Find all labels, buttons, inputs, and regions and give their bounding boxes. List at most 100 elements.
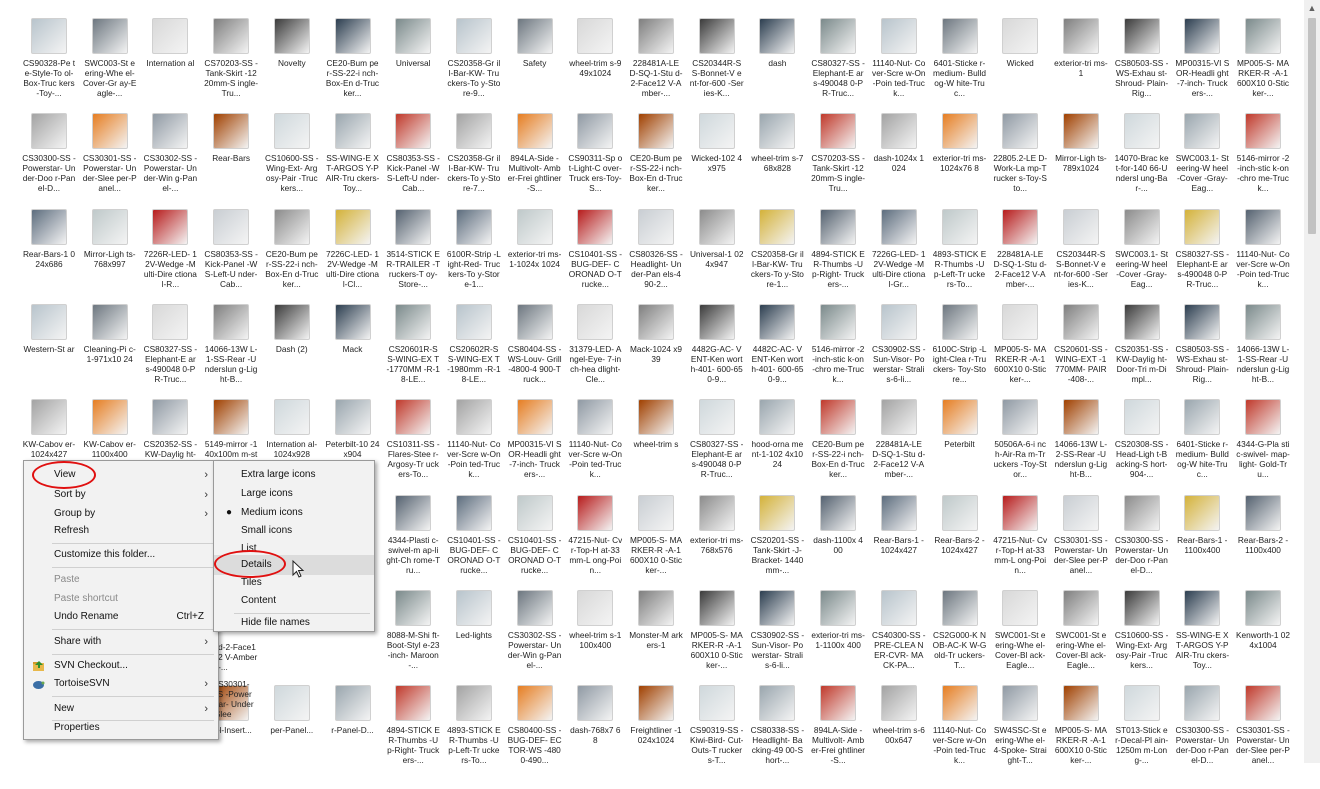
file-icon-tile[interactable]: SWC001-St eering-Whe el-Cover-Bl ack-Eag… xyxy=(993,589,1047,694)
file-icon-tile[interactable]: SWC003-St eering-Whe el-Cover-Gr ay-Eagl… xyxy=(83,18,137,122)
file-icon-tile[interactable]: 4893-STICK ER-Thumbs -Up-Left-Tr uckers-… xyxy=(447,685,501,789)
file-icon-tile[interactable]: 6100R-Strip -Light-Red- Truckers-To y-St… xyxy=(447,208,501,313)
file-icon-tile[interactable]: Safety xyxy=(508,18,562,122)
file-icon-tile[interactable]: CE20-Bum per-SS-22-i nch-Box-En d-Trucke… xyxy=(629,113,683,217)
file-icon-tile[interactable]: CS20201-SS -Tank-Skirt -J-Bracket- 1440m… xyxy=(750,494,804,599)
file-icon-tile[interactable]: Novelty xyxy=(265,18,319,122)
file-icon-tile[interactable]: CS20358-Gr ill-Bar-KW- Truckers-To y-Sto… xyxy=(750,208,804,313)
file-icon-tile[interactable]: Rear-Bars-2 -1100x400 xyxy=(1236,494,1290,599)
file-icon-tile[interactable]: 3514-STICK ER-TRAILER -Truckers-T oy-Sto… xyxy=(386,208,440,313)
file-icon-tile[interactable]: 894LA-Side -Multivolt- Amber-Frei ghtlin… xyxy=(508,113,562,217)
file-icon-tile[interactable]: 8088-M-Shi ft-Boot-Styl e-23-inch- Maroo… xyxy=(386,589,440,694)
file-icon-tile[interactable]: CS80327-SS -Elephant-E ars-490048 0-PR-T… xyxy=(690,399,744,503)
view-option-hide-file-names[interactable]: Hide file names xyxy=(214,613,374,633)
file-icon-tile[interactable]: Universal-1 024x947 xyxy=(690,208,744,313)
file-icon-tile[interactable]: 4482G-AC- VENT-Ken worth-401- 600-650-9.… xyxy=(690,303,744,408)
file-icon-tile[interactable]: Western-St ar xyxy=(22,303,76,408)
file-icon-tile[interactable]: 47215-Nut- Cvr-Top-H at-33mm-L ong-Poin.… xyxy=(993,494,1047,599)
file-icon-tile[interactable]: exterior-tri ms-768x576 xyxy=(690,494,744,599)
file-icon-tile[interactable]: 11140-Nut- Cover-Scre w-On-Poin ted-Truc… xyxy=(872,18,926,122)
file-icon-tile[interactable]: CS20602R-S S-WING-EX T-1980mm -R-18-LE..… xyxy=(447,303,501,408)
file-icon-tile[interactable]: MP005-S- MARKER-R -A-1600X10 0-Sticker-.… xyxy=(629,494,683,599)
file-icon-tile[interactable]: CS20601-SS -WING-EXT -1770MM- PAIR-408-.… xyxy=(1054,303,1108,408)
file-icon-tile[interactable]: CS80338-SS -Headlight- Backing-49 00-Sho… xyxy=(750,685,804,789)
file-icon-tile[interactable]: ST013-Stick er-Decal-Pl ain-1250m m-Long… xyxy=(1115,685,1169,789)
file-icon-tile[interactable]: CS2G000-K NOB-AC-K W-Gold-Tr uckers-T... xyxy=(933,589,987,694)
file-icon-tile[interactable]: CS10311-SS -Flares-Stee r-Argosy-Tr ucke… xyxy=(386,399,440,503)
file-icon-tile[interactable]: 22805.2-LE D-Work-La mp-Trucker s-Toy-St… xyxy=(993,113,1047,217)
file-icon-tile[interactable]: SS-WING-E XT-ARGOS Y-PAIR-Tru ckers-Toy.… xyxy=(1175,589,1229,694)
file-icon-tile[interactable]: CS20351-SS -KW-Daylig ht-Door-Tri m-Dimp… xyxy=(1115,303,1169,408)
file-icon-tile[interactable]: Rear-Bars-1 -1024x427 xyxy=(872,494,926,599)
file-icon-tile[interactable]: SWC003.1- Steering-W heel-Cover -Gray-Ea… xyxy=(1115,208,1169,313)
file-icon-tile[interactable]: 47215-Nut- Cvr-Top-H at-33mm-L ong-Poin.… xyxy=(568,494,622,599)
file-icon-tile[interactable]: CS30301-SS -Powerstar- Under-Slee per-Pa… xyxy=(1054,494,1108,599)
file-icon-tile[interactable]: MP005-S- MARKER-R -A-1600X10 0-Sticker-.… xyxy=(993,303,1047,408)
file-icon-tile[interactable]: CS20344R-S S-Bonnet-V ent-for-600 -Serie… xyxy=(1054,208,1108,313)
file-icon-tile[interactable]: 4894-STICK ER-Thumbs -Up-Right- Truckers… xyxy=(386,685,440,789)
file-icon-tile[interactable]: CS30300-SS -Powerstar- Under-Doo r-Panel… xyxy=(1175,685,1229,789)
file-icon-tile[interactable]: CS80327-SS -Elephant-E ars-490048 0-PR-T… xyxy=(1175,208,1229,313)
file-icon-tile[interactable]: CS30300-SS -Powerstar- Under-Doo r-Panel… xyxy=(1115,494,1169,599)
menu-item-svn-checkout[interactable]: SVN Checkout... xyxy=(24,656,218,676)
file-icon-tile[interactable]: CS30301-SS -Powerstar- Under-Slee per-Pa… xyxy=(1236,685,1290,789)
file-icon-tile[interactable]: 4344-G-Pla stic-swivel- map-light- Gold-… xyxy=(1236,399,1290,503)
file-icon-tile[interactable]: CS80353-SS -Kick-Panel -WS-Left-U nder-C… xyxy=(204,208,258,313)
file-icon-tile[interactable]: wheel-trim s-1100x400 xyxy=(568,589,622,694)
scrollbar-thumb[interactable] xyxy=(1308,18,1316,234)
menu-item-properties[interactable]: Properties xyxy=(24,718,218,738)
file-icon-tile[interactable]: dash-1024x 1024 xyxy=(872,113,926,217)
file-icon-tile[interactable]: 7226C-LED- 12V-Wedge -Multi-Dire ctional… xyxy=(326,208,380,313)
file-icon-tile[interactable]: Kenworth-1 024x1004 xyxy=(1236,589,1290,694)
file-icon-tile[interactable]: r-Panel-D... xyxy=(326,685,380,789)
file-icon-tile[interactable]: CS30302-SS -Powerstar- Under-Win g-Panel… xyxy=(143,113,197,217)
file-icon-tile[interactable]: wheel-trim s xyxy=(629,399,683,503)
file-icon-tile[interactable]: Led-lights xyxy=(447,589,501,694)
file-icon-tile[interactable]: 6100C-Strip -Light-Clea r-Truckers- Toy-… xyxy=(933,303,987,408)
file-icon-tile[interactable]: 4893-STICK ER-Thumbs -Up-Left-Tr uckers-… xyxy=(933,208,987,313)
file-icon-tile[interactable]: CS20344R-S S-Bonnet-V ent-for-600 -Serie… xyxy=(690,18,744,122)
file-icon-tile[interactable]: 894LA-Side -Multivolt- Amber-Frei ghtlin… xyxy=(811,685,865,789)
file-icon-tile[interactable]: exterior-tri ms-1-1024x 1024 xyxy=(508,208,562,313)
menu-item-undo-rename[interactable]: Undo Rename Ctrl+Z xyxy=(24,607,218,627)
file-icon-tile[interactable]: CS80400-SS -BUG-DEF- ECTOR-WS -4800-490.… xyxy=(508,685,562,789)
file-icon-tile[interactable]: MP005-S- MARKER-R -A-1600X10 0-Sticker-.… xyxy=(1236,18,1290,122)
file-icon-tile[interactable]: 11140-Nut- Cover-Scre w-On-Poin ted-Truc… xyxy=(568,399,622,503)
file-icon-tile[interactable]: CS10401-SS -BUG-DEF- CORONAD O-Trucke... xyxy=(447,494,501,599)
file-icon-tile[interactable]: Rear-Bars-1 -1100x400 xyxy=(1175,494,1229,599)
view-option-medium-icons[interactable]: ● Medium icons xyxy=(214,503,374,523)
file-icon-tile[interactable]: exterior-tri ms-1024x76 8 xyxy=(933,113,987,217)
file-icon-tile[interactable]: 5146-mirror -2-inch-stic k-on-chro me-Tr… xyxy=(811,303,865,408)
file-icon-tile[interactable]: MP005-S- MARKER-R -A-1600X10 0-Sticker-.… xyxy=(1054,685,1108,789)
file-icon-tile[interactable]: CE20-Bum per-SS-22-i nch-Box-En d-Trucke… xyxy=(326,18,380,122)
file-icon-tile[interactable]: Mirror-Ligh ts-789x1024 xyxy=(1054,113,1108,217)
file-icon-tile[interactable]: Mirror-Ligh ts-768x997 xyxy=(83,208,137,313)
file-icon-tile[interactable]: wheel-trim s-600x647 xyxy=(872,685,926,789)
file-icon-tile[interactable]: 31379-LED- Angel-Eye- 7-inch-hea dlight-… xyxy=(568,303,622,408)
file-icon-tile[interactable]: 14066-13W L-1-SS-Rear -Underslun g-Light… xyxy=(204,303,258,408)
vertical-scrollbar[interactable]: ▲ xyxy=(1304,0,1320,763)
file-icon-tile[interactable]: exterior-tri ms-1-1100x 400 xyxy=(811,589,865,694)
file-icon-tile[interactable]: CS90311-Sp ot-Light-C over-Truck ers-Toy… xyxy=(568,113,622,217)
menu-item-refresh[interactable]: Refresh xyxy=(24,521,218,541)
file-icon-tile[interactable]: wheel-trim s-949x1024 xyxy=(568,18,622,122)
file-icon-tile[interactable]: 11140-Nut- Cover-Scre w-On-Poin ted-Truc… xyxy=(1236,208,1290,313)
file-icon-tile[interactable]: SWC001-St eering-Whe el-Cover-Bl ack-Eag… xyxy=(1054,589,1108,694)
file-icon-tile[interactable]: 14066-13W L-2-SS-Rear -Underslun g-Light… xyxy=(1054,399,1108,503)
file-icon-tile[interactable]: Mack xyxy=(326,303,380,408)
file-icon-tile[interactable]: CS80503-SS -WS-Exhau st-Shroud- Plain-Ri… xyxy=(1115,18,1169,122)
file-icon-tile[interactable]: CS10401-SS -BUG-DEF- CORONAD O-Trucke... xyxy=(568,208,622,313)
file-icon-tile[interactable]: 228481A-LE D-SQ-1-Stu d-2-Face12 V-Amber… xyxy=(629,18,683,122)
file-icon-tile[interactable]: 50506A-6-i nch-Air-Ra m-Truckers -Toy-St… xyxy=(993,399,1047,503)
file-icon-tile[interactable]: Universal xyxy=(386,18,440,122)
file-icon-tile[interactable]: CS30302-SS -Powerstar- Under-Win g-Panel… xyxy=(508,589,562,694)
file-icon-tile[interactable]: 4482C-AC- VENT-Ken worth-401- 600-650-9.… xyxy=(750,303,804,408)
file-icon-tile[interactable]: CS80327-SS -Elephant-E ars-490048 0-PR-T… xyxy=(811,18,865,122)
file-icon-tile[interactable]: CS80326-SS -Headlight- Under-Pan els-490… xyxy=(629,208,683,313)
file-icon-tile[interactable]: dash-1100x 400 xyxy=(811,494,865,599)
file-icon-tile[interactable]: MP00315-VI SOR-Headli ght-7-inch- Trucke… xyxy=(1175,18,1229,122)
file-icon-tile[interactable]: CS80353-SS -Kick-Panel -WS-Left-U nder-C… xyxy=(386,113,440,217)
file-icon-tile[interactable]: 4894-STICK ER-Thumbs -Up-Right- Truckers… xyxy=(811,208,865,313)
file-icon-tile[interactable]: 14070-Brac ket-for-140 66-Undersl ung-Ba… xyxy=(1115,113,1169,217)
file-icon-tile[interactable]: CS70203-SS -Tank-Skirt -1220mm-S ingle-T… xyxy=(811,113,865,217)
